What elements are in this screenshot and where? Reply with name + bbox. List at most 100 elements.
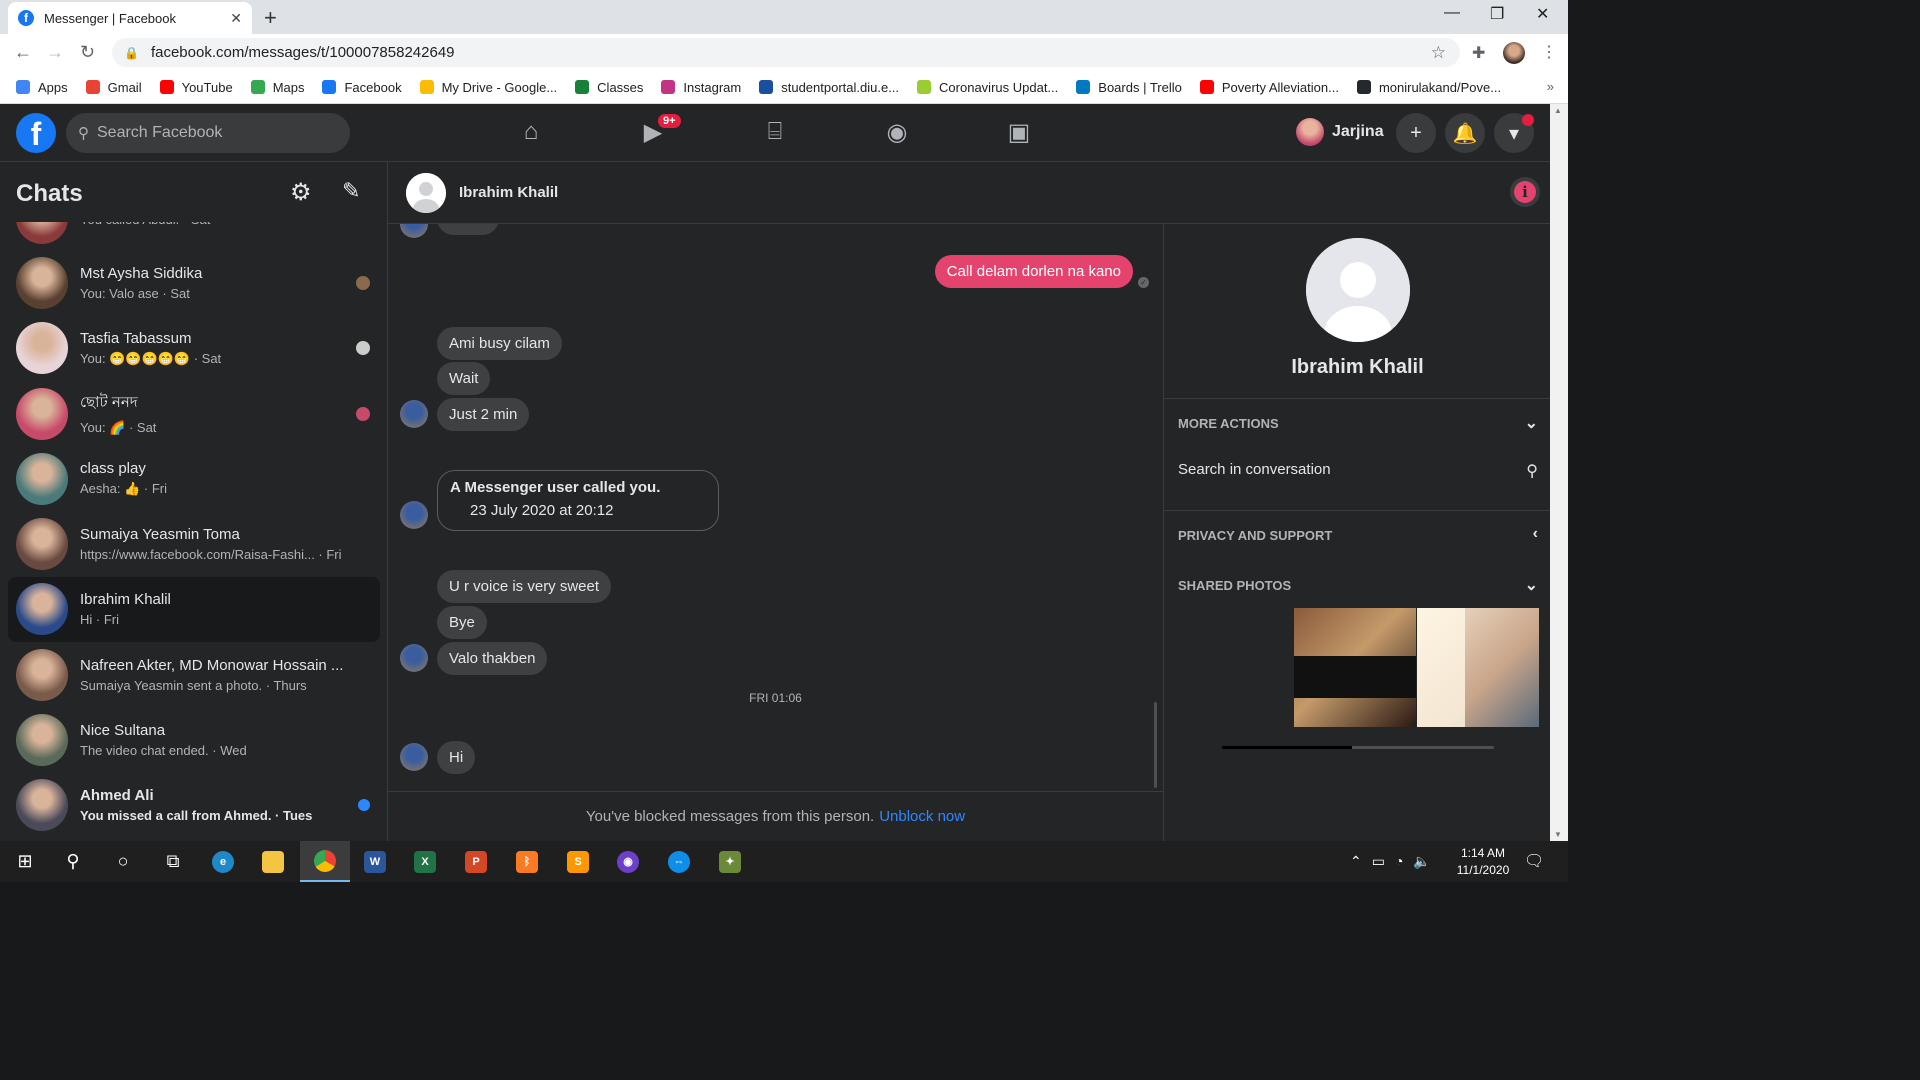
gaming-icon[interactable]: ▣ bbox=[1003, 118, 1035, 148]
chat-list-item[interactable]: Sumaiya Yeasmin Toma https://www.facebook… bbox=[8, 511, 380, 576]
powerpoint-icon[interactable]: P bbox=[451, 841, 501, 882]
bookmark-icon bbox=[917, 80, 932, 94]
message-bubble: Bolen bbox=[437, 224, 500, 235]
excel-icon[interactable]: X bbox=[400, 841, 450, 882]
chat-list-item[interactable]: Ahmed Ali You missed a call from Ahmed. ·… bbox=[8, 773, 380, 838]
bookmark-item[interactable]: Facebook bbox=[322, 80, 402, 95]
marketplace-icon[interactable]: ⌸ bbox=[759, 118, 791, 148]
new-message-icon[interactable]: ✎ bbox=[342, 178, 360, 204]
app-icon[interactable]: ✦ bbox=[705, 841, 755, 882]
bookmark-item[interactable]: Gmail bbox=[85, 80, 142, 95]
bookmark-item[interactable]: Instagram bbox=[661, 80, 741, 95]
bookmark-item[interactable]: YouTube bbox=[159, 80, 233, 95]
chevron-left-icon[interactable]: ‹ bbox=[1533, 525, 1538, 543]
bookmark-label: Instagram bbox=[683, 79, 742, 95]
sender-avatar bbox=[400, 224, 428, 238]
shared-photo[interactable] bbox=[1417, 608, 1539, 727]
message-thread[interactable]: Bolen Call delam dorlen na kano ✓ Ami bu… bbox=[388, 224, 1163, 791]
sender-avatar bbox=[400, 743, 428, 771]
home-icon[interactable]: ⌂ bbox=[515, 118, 547, 148]
forward-icon[interactable]: → bbox=[46, 42, 64, 63]
contact-name[interactable]: Ibrahim Khalil bbox=[459, 184, 558, 201]
edge-icon[interactable]: e bbox=[198, 841, 248, 882]
page-scrollbar[interactable]: ▲ ▼ bbox=[1550, 104, 1568, 841]
chat-list-item[interactable]: Mst Aysha Siddika You: Valo ase · Sat bbox=[8, 250, 380, 315]
action-center-icon[interactable]: 🗨 bbox=[1524, 851, 1544, 871]
bookmark-item[interactable]: Apps bbox=[16, 80, 68, 95]
notifications-bell-icon[interactable]: 🔔 bbox=[1445, 113, 1485, 153]
xampp-icon[interactable]: ᛒ bbox=[502, 841, 552, 882]
profile-avatar[interactable] bbox=[1306, 238, 1410, 342]
close-tab-icon[interactable]: ✕ bbox=[230, 10, 242, 27]
profile-link[interactable]: Jarjina bbox=[1296, 118, 1384, 146]
reload-icon[interactable]: ↻ bbox=[80, 42, 95, 63]
facebook-search-input[interactable]: ⚲ Search Facebook bbox=[66, 113, 350, 153]
chat-list-item[interactable]: Nafreen Akter, MD Monowar Hossain ... Sum… bbox=[8, 642, 380, 707]
lock-icon[interactable]: 🔒 bbox=[124, 46, 139, 60]
chat-avatar bbox=[16, 583, 68, 636]
chevron-down-icon[interactable]: ⌄ bbox=[1525, 575, 1538, 595]
unblock-link[interactable]: Unblock now bbox=[879, 808, 965, 825]
browser-tab[interactable]: f Messenger | Facebook ✕ bbox=[8, 2, 252, 34]
close-window-icon[interactable]: ✕ bbox=[1536, 4, 1549, 24]
search-in-conversation[interactable]: Search in conversation ⚲ bbox=[1178, 461, 1538, 480]
create-button[interactable]: + bbox=[1396, 113, 1436, 153]
chat-list-item[interactable]: class play Aesha: 👍 · Fri bbox=[8, 446, 380, 511]
call-notice-card[interactable]: A Messenger user called you. 23 July 202… bbox=[437, 470, 719, 531]
minimize-icon[interactable]: — bbox=[1444, 4, 1460, 22]
bookmark-item[interactable]: Coronavirus Updat... bbox=[917, 80, 1058, 95]
chat-list[interactable]: You called Abdul. · Sat Mst Aysha Siddika… bbox=[8, 222, 380, 841]
browser-profile-avatar[interactable] bbox=[1503, 42, 1525, 64]
shared-photo[interactable] bbox=[1294, 608, 1416, 727]
browser-menu-icon[interactable]: ⋮ bbox=[1541, 42, 1557, 62]
teamviewer-icon[interactable]: ⇔ bbox=[654, 841, 704, 882]
chat-list-item[interactable]: You called Abdul. · Sat bbox=[8, 222, 380, 250]
bookmark-item[interactable]: My Drive - Google... bbox=[419, 80, 557, 95]
more-actions-header[interactable]: MORE ACTIONS ⌄ bbox=[1178, 413, 1538, 433]
chat-name: Tasfia Tabassum bbox=[80, 329, 192, 347]
blocked-text: You've blocked messages from this person… bbox=[585, 808, 875, 825]
url-text: facebook.com/messages/t/100007858242649 bbox=[150, 44, 455, 61]
chat-list-item[interactable]: Nice Sultana The video chat ended. · Wed bbox=[8, 707, 380, 772]
bookmark-item[interactable]: Classes bbox=[575, 80, 643, 95]
bookmark-icon bbox=[85, 80, 100, 94]
bookmark-item[interactable]: studentportal.diu.e... bbox=[759, 80, 899, 95]
url-field[interactable]: 🔒 facebook.com/messages/t/10000785824264… bbox=[112, 38, 1460, 67]
word-icon[interactable]: W bbox=[350, 841, 400, 882]
contact-avatar[interactable] bbox=[406, 173, 446, 213]
chevron-down-icon[interactable]: ⌄ bbox=[1525, 413, 1538, 433]
system-tray-icons[interactable]: ⌃▭◔🔈 bbox=[1350, 853, 1441, 870]
cortana-icon[interactable]: ○ bbox=[98, 841, 148, 882]
bookmark-star-icon[interactable]: ☆ bbox=[1431, 43, 1446, 63]
clock[interactable]: 1:14 AM 11/1/2020 bbox=[1448, 845, 1518, 879]
conversation-info-button[interactable]: i bbox=[1510, 177, 1540, 207]
chat-list-item[interactable]: Ibrahim Khalil Hi · Fri bbox=[8, 576, 380, 643]
groups-icon[interactable]: ◉ bbox=[881, 118, 913, 148]
chat-list-item[interactable]: Tasfia Tabassum You: 😁😁😁😁😁 · Sat bbox=[8, 316, 380, 381]
scroll-up-icon[interactable]: ▲ bbox=[1554, 106, 1562, 115]
bookmark-item[interactable]: Maps bbox=[250, 80, 304, 95]
shared-photos-header[interactable]: SHARED PHOTOS ⌄ bbox=[1178, 575, 1538, 595]
chat-list-item[interactable]: ছোট ননদ You: 🌈 · Sat bbox=[8, 381, 380, 446]
bookmark-item[interactable]: monirulakand/Pove... bbox=[1356, 80, 1501, 95]
photos-scrollbar[interactable] bbox=[1222, 746, 1494, 749]
more-bookmarks-icon[interactable]: » bbox=[1547, 79, 1554, 94]
chrome-icon[interactable] bbox=[300, 841, 350, 882]
file-explorer-icon[interactable] bbox=[248, 841, 298, 882]
bookmark-item[interactable]: Boards | Trello bbox=[1076, 80, 1182, 95]
start-button[interactable]: ⊞ bbox=[0, 841, 50, 882]
back-icon[interactable]: ← bbox=[14, 42, 32, 63]
bookmark-item[interactable]: Poverty Alleviation... bbox=[1199, 80, 1339, 95]
privacy-support-header[interactable]: PRIVACY AND SUPPORT ‹ bbox=[1178, 525, 1538, 543]
extensions-icon[interactable]: ✚ bbox=[1472, 43, 1485, 63]
thread-scrollbar[interactable] bbox=[1154, 702, 1157, 788]
settings-gear-icon[interactable]: ⚙ bbox=[290, 178, 312, 207]
scroll-down-icon[interactable]: ▼ bbox=[1554, 830, 1562, 839]
facebook-logo-icon[interactable]: f bbox=[16, 113, 56, 153]
sublime-text-icon[interactable]: S bbox=[553, 841, 603, 882]
github-desktop-icon[interactable]: ◉ bbox=[603, 841, 653, 882]
maximize-icon[interactable]: ❐ bbox=[1490, 4, 1504, 24]
task-view-icon[interactable]: ⧉ bbox=[148, 841, 198, 882]
new-tab-button[interactable]: + bbox=[264, 5, 277, 31]
search-icon[interactable]: ⚲ bbox=[48, 841, 98, 882]
